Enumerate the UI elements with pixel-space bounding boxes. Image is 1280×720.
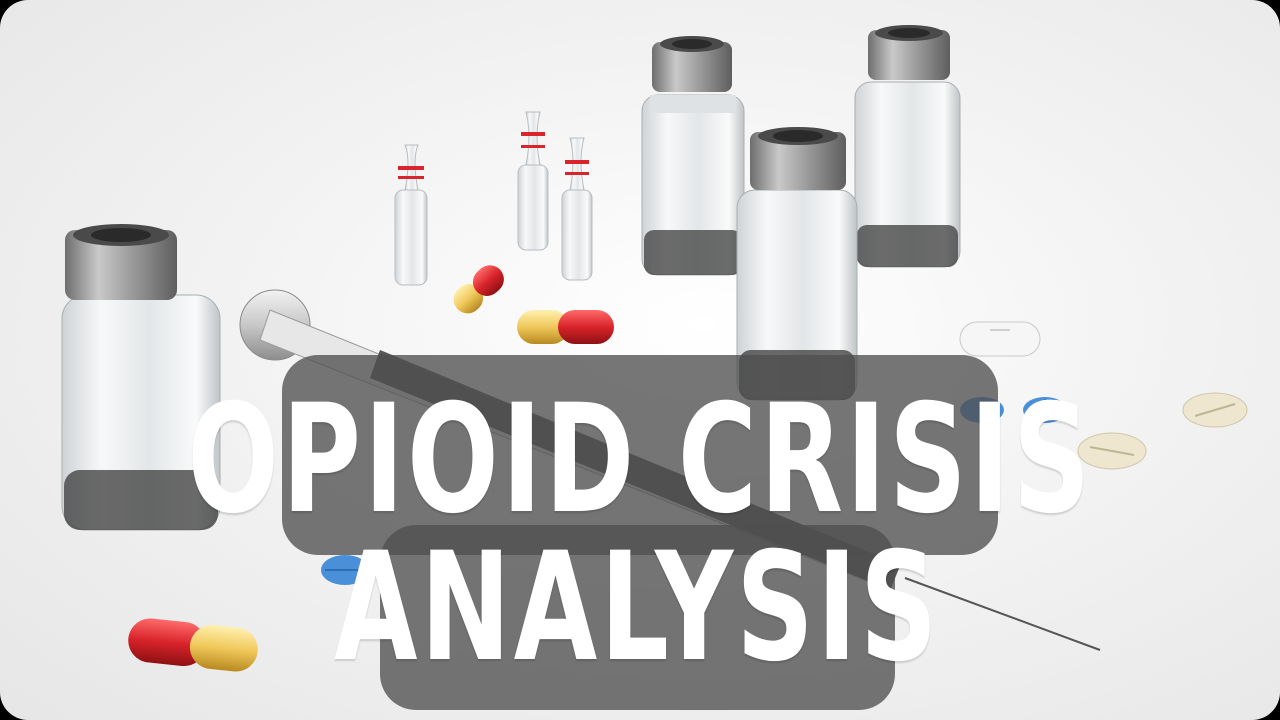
title-line-2: ANALYSIS <box>334 520 941 695</box>
capsule-large <box>128 618 258 672</box>
ampoule-left <box>394 144 428 286</box>
tablet-oblong-white <box>959 321 1041 357</box>
vial-back-center <box>641 36 745 276</box>
vial-back-right <box>854 25 961 268</box>
ampoule-right <box>561 137 593 281</box>
capsule-center <box>517 310 614 344</box>
title-line-1: OPIOID CRISIS <box>186 373 1094 547</box>
ampoule-middle <box>517 111 549 251</box>
thumbnail-frame: OPIOID CRISIS ANALYSIS <box>0 0 1280 720</box>
title-banner-bottom: ANALYSIS <box>334 525 938 710</box>
capsule-small <box>453 265 504 314</box>
tablet-cream-2 <box>1182 392 1248 428</box>
